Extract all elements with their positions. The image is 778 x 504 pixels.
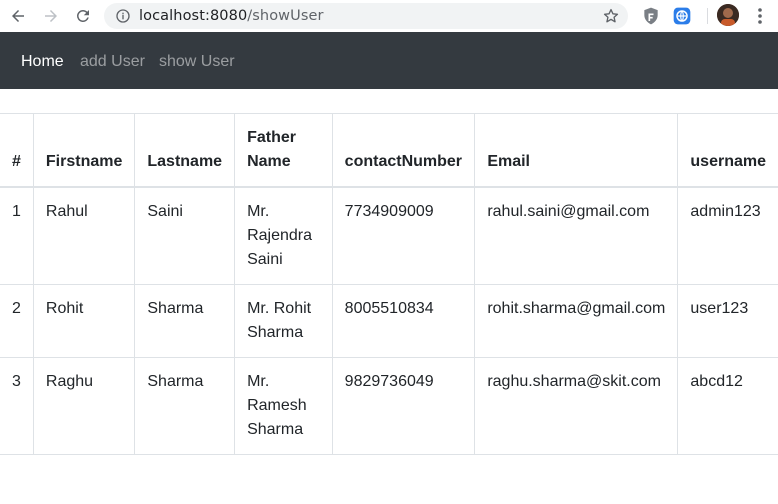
- cell-lastname: Sharma: [134, 357, 236, 455]
- cell-contact-number: 9829736049: [332, 357, 476, 455]
- cell-email: rohit.sharma@gmail.com: [474, 284, 679, 358]
- address-bar[interactable]: localhost:8080/showUser: [104, 3, 628, 29]
- url-text[interactable]: localhost:8080/showUser: [139, 6, 324, 26]
- users-table-container: # Firstname Lastname Father Name contact…: [0, 113, 778, 455]
- url-path: /showUser: [247, 8, 324, 24]
- cell-firstname: Rahul: [33, 187, 136, 285]
- toolbar-separator: [707, 8, 708, 24]
- cell-email: raghu.sharma@skit.com: [474, 357, 679, 455]
- cell-contact-number: 8005510834: [332, 284, 476, 358]
- app-navbar: Home add User show User: [0, 32, 778, 89]
- reload-icon[interactable]: [71, 4, 95, 28]
- table-header-row: # Firstname Lastname Father Name contact…: [0, 113, 778, 188]
- cell-index: 2: [0, 284, 34, 358]
- back-arrow-icon[interactable]: [6, 4, 30, 28]
- header-father-name: Father Name: [234, 113, 333, 188]
- cell-username: admin123: [677, 187, 778, 285]
- header-email: Email: [474, 113, 679, 188]
- header-contact-number: contactNumber: [332, 113, 476, 188]
- users-table: # Firstname Lastname Father Name contact…: [0, 113, 778, 455]
- cell-username: abcd12: [677, 357, 778, 455]
- cell-index: 1: [0, 187, 34, 285]
- bookmark-star-icon[interactable]: [602, 7, 620, 25]
- cell-lastname: Saini: [134, 187, 236, 285]
- cell-lastname: Sharma: [134, 284, 236, 358]
- cell-father-name: Mr. Ramesh Sharma: [234, 357, 333, 455]
- cell-contact-number: 7734909009: [332, 187, 476, 285]
- url-host: localhost:8080: [139, 8, 248, 24]
- nav-show-user-link[interactable]: show User: [159, 52, 235, 72]
- header-firstname: Firstname: [33, 113, 136, 188]
- forward-arrow-icon[interactable]: [39, 4, 63, 28]
- header-username: username: [677, 113, 778, 188]
- menu-kebab-icon[interactable]: [750, 5, 770, 27]
- extension-globe-icon[interactable]: [672, 6, 692, 26]
- cell-firstname: Rohit: [33, 284, 136, 358]
- nav-add-user-link[interactable]: add User: [80, 52, 145, 72]
- table-row: 1 Rahul Saini Mr. Rajendra Saini 7734909…: [0, 187, 778, 285]
- extension-shield-icon[interactable]: [641, 6, 661, 26]
- header-index: #: [0, 113, 34, 188]
- cell-firstname: Raghu: [33, 357, 136, 455]
- browser-toolbar: localhost:8080/showUser: [0, 0, 778, 32]
- cell-index: 3: [0, 357, 34, 455]
- info-icon[interactable]: [115, 8, 131, 24]
- cell-father-name: Mr. Rohit Sharma: [234, 284, 333, 358]
- profile-avatar[interactable]: [717, 4, 739, 26]
- header-lastname: Lastname: [134, 113, 236, 188]
- table-row: 3 Raghu Sharma Mr. Ramesh Sharma 9829736…: [0, 357, 778, 455]
- cell-email: rahul.saini@gmail.com: [474, 187, 679, 285]
- nav-home-link[interactable]: Home: [21, 52, 64, 72]
- cell-father-name: Mr. Rajendra Saini: [234, 187, 333, 285]
- cell-username: user123: [677, 284, 778, 358]
- table-row: 2 Rohit Sharma Mr. Rohit Sharma 80055108…: [0, 284, 778, 358]
